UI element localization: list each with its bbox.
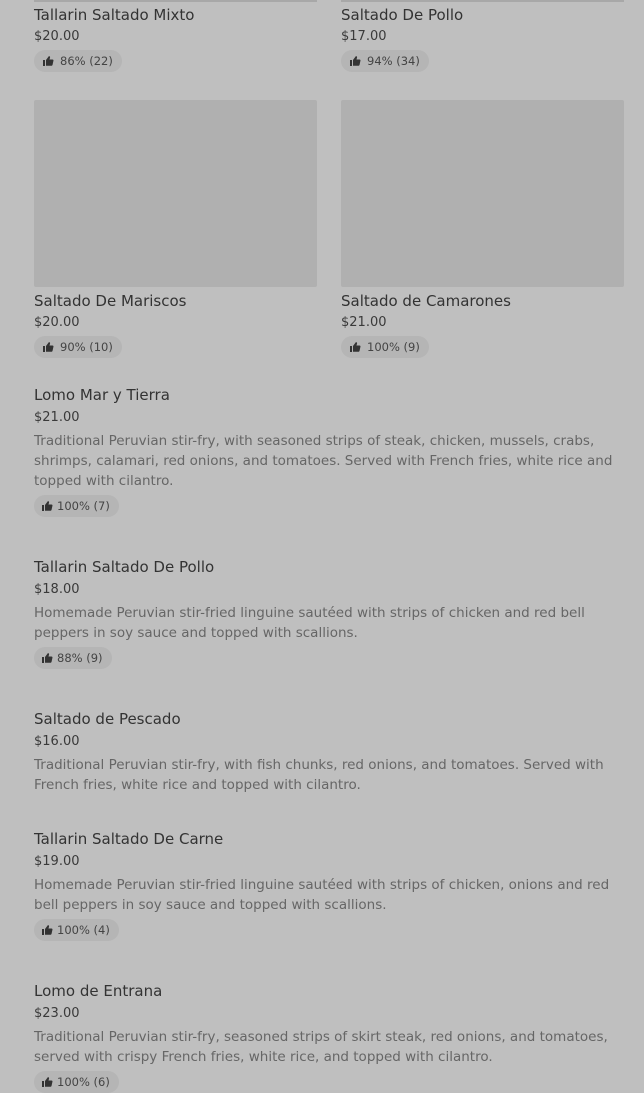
- item-price: $21.00: [341, 315, 387, 330]
- list-item[interactable]: Tallarin Saltado De Pollo $18.00 Homemad…: [34, 557, 618, 669]
- rating-text: 100% (7): [57, 499, 110, 513]
- rating-text: 100% (4): [57, 923, 110, 937]
- menu-card[interactable]: Saltado De Mariscos $20.00 90% (10): [34, 100, 317, 358]
- card-image-edge: [34, 0, 317, 2]
- item-description: Homemade Peruvian stir-fried linguine sa…: [34, 605, 585, 641]
- rating-badge: 100% (6): [34, 1071, 119, 1093]
- rating-text: 100% (9): [367, 340, 420, 354]
- item-price: $21.00: [34, 410, 80, 425]
- rating-badge: 94% (34): [341, 50, 429, 72]
- item-title: Tallarin Saltado De Pollo: [34, 558, 215, 576]
- item-title: Tallarin Saltado De Carne: [34, 830, 224, 848]
- rating-text: 88% (9): [57, 651, 103, 665]
- item-title: Tallarin Saltado Mixto: [34, 6, 195, 24]
- item-price: $18.00: [34, 582, 80, 597]
- rating-badge: 100% (9): [341, 336, 429, 358]
- rating-text: 90% (10): [60, 340, 113, 354]
- thumbs-up-icon: [41, 500, 53, 512]
- item-title: Lomo de Entrana: [34, 982, 163, 1000]
- list-item[interactable]: Lomo de Entrana $23.00 Traditional Peruv…: [34, 981, 618, 1093]
- rating-badge: 100% (7): [34, 495, 119, 517]
- item-title: Lomo Mar y Tierra: [34, 386, 170, 404]
- rating-badge: 86% (22): [34, 50, 122, 72]
- thumbs-up-icon: [41, 924, 53, 936]
- list-item[interactable]: Saltado de Pescado $16.00 Traditional Pe…: [34, 709, 618, 795]
- item-description: Traditional Peruvian stir-fry, with seas…: [34, 433, 613, 489]
- item-description: Homemade Peruvian stir-fried linguine sa…: [34, 877, 610, 913]
- item-title: Saltado de Pescado: [34, 710, 181, 728]
- thumbs-up-icon: [42, 341, 54, 353]
- item-image: [34, 100, 317, 287]
- item-title: Saltado de Camarones: [341, 292, 511, 310]
- thumbs-up-icon: [41, 652, 53, 664]
- rating-badge: 90% (10): [34, 336, 122, 358]
- rating-badge: 88% (9): [34, 647, 112, 669]
- item-price: $17.00: [341, 29, 387, 44]
- item-price: $20.00: [34, 29, 80, 44]
- list-item[interactable]: Lomo Mar y Tierra $21.00 Traditional Per…: [34, 385, 618, 517]
- item-description: Traditional Peruvian stir-fry, with fish…: [34, 757, 604, 793]
- rating-text: 86% (22): [60, 54, 113, 68]
- item-title: Saltado De Pollo: [341, 6, 464, 24]
- thumbs-up-icon: [349, 55, 361, 67]
- item-price: $23.00: [34, 1006, 80, 1021]
- item-description: Traditional Peruvian stir-fry, seasoned …: [34, 1029, 608, 1065]
- rating-badge: 100% (4): [34, 919, 119, 941]
- item-price: $20.00: [34, 315, 80, 330]
- menu-card[interactable]: Saltado de Camarones $21.00 100% (9): [341, 100, 624, 358]
- item-price: $19.00: [34, 854, 80, 869]
- card-image-edge: [341, 0, 624, 2]
- thumbs-up-icon: [41, 1076, 53, 1088]
- thumbs-up-icon: [42, 55, 54, 67]
- rating-text: 94% (34): [367, 54, 420, 68]
- item-price: $16.00: [34, 734, 80, 749]
- thumbs-up-icon: [349, 341, 361, 353]
- item-image: [341, 100, 624, 287]
- item-title: Saltado De Mariscos: [34, 292, 187, 310]
- list-item[interactable]: Tallarin Saltado De Carne $19.00 Homemad…: [34, 829, 618, 941]
- rating-text: 100% (6): [57, 1075, 110, 1089]
